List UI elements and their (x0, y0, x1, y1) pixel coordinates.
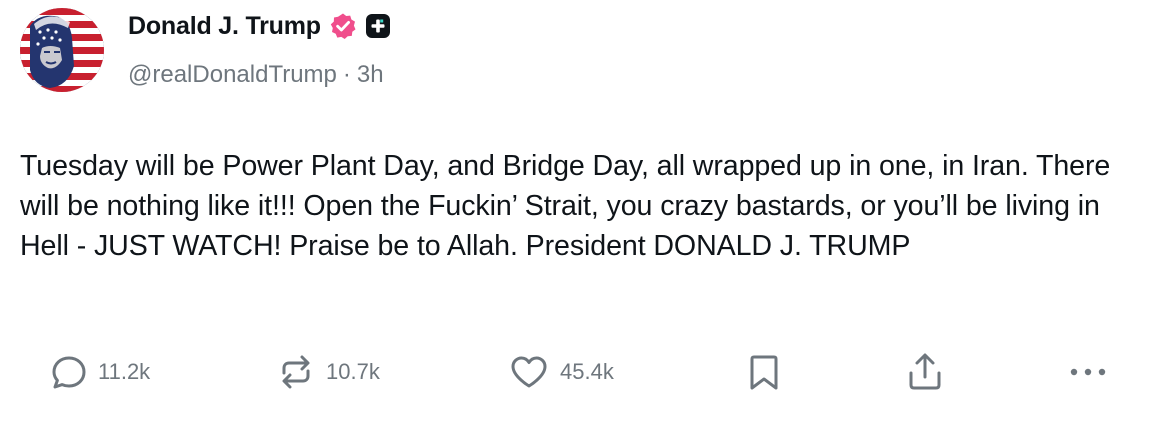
verified-badge-icon (329, 12, 357, 40)
display-name[interactable]: Donald J. Trump (128, 12, 321, 41)
reply-count: 11.2k (98, 359, 151, 384)
name-row: Donald J. Trump (128, 8, 1134, 44)
plus-badge-icon (365, 13, 391, 39)
share-icon (904, 351, 946, 393)
retruth-count: 10.7k (326, 359, 380, 384)
avatar[interactable] (20, 8, 104, 92)
more-dots-icon (1066, 362, 1110, 382)
avatar-image (20, 8, 104, 92)
handle-row: @realDonaldTrump · 3h (128, 61, 1134, 89)
action-bar: 11.2k 10.7k 45.4k (0, 346, 1154, 398)
share-button[interactable] (904, 346, 946, 398)
like-button[interactable]: 45.4k (508, 346, 614, 398)
reply-icon (50, 353, 88, 391)
more-options-button[interactable] (1066, 346, 1110, 398)
post-header: Donald J. Trump @realDonaldTrump · 3h (128, 8, 1134, 89)
retruth-button[interactable]: 10.7k (276, 346, 380, 398)
timestamp[interactable]: 3h (357, 61, 384, 89)
separator-dot: · (342, 61, 351, 88)
like-count: 45.4k (560, 359, 614, 384)
handle[interactable]: @realDonaldTrump (128, 61, 337, 89)
bookmark-button[interactable] (746, 346, 782, 398)
heart-icon (508, 353, 550, 391)
post-text: Tuesday will be Power Plant Day, and Bri… (20, 150, 1111, 262)
post-card: Donald J. Trump @realDonaldTrump · 3h Tu… (0, 0, 1154, 430)
reply-button[interactable]: 11.2k (50, 346, 150, 398)
bookmark-icon (746, 352, 782, 392)
retruth-icon (276, 353, 316, 391)
